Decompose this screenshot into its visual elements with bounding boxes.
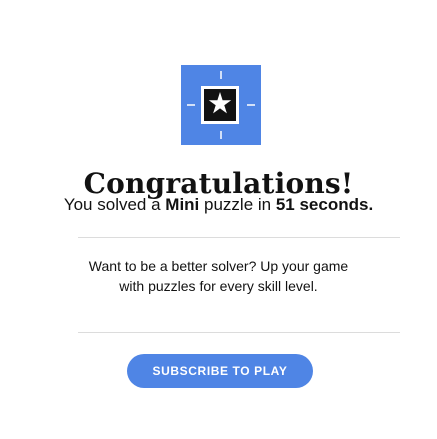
promo-line-1: Want to be a better solver? Up your game <box>88 258 349 274</box>
subscribe-promo-text: Want to be a better solver? Up your game… <box>0 256 437 296</box>
result-prefix: You solved a <box>63 195 166 214</box>
result-suffix: . <box>368 195 374 214</box>
divider-bottom <box>78 332 400 333</box>
subscribe-to-play-button[interactable]: SUBSCRIBE TO PLAY <box>127 354 313 388</box>
puzzle-name: Mini <box>165 195 200 214</box>
promo-line-2: with puzzles for every skill level. <box>119 278 318 294</box>
result-message: You solved a Mini puzzle in 51 seconds. <box>0 193 437 217</box>
congratulations-modal: Congratulations! You solved a Mini puzzl… <box>0 0 437 439</box>
mini-crossword-logo <box>181 65 261 145</box>
mini-crossword-star-icon <box>187 71 255 139</box>
divider-top <box>78 237 400 238</box>
solve-time: 51 seconds <box>275 195 369 214</box>
result-middle: puzzle in <box>199 195 276 214</box>
